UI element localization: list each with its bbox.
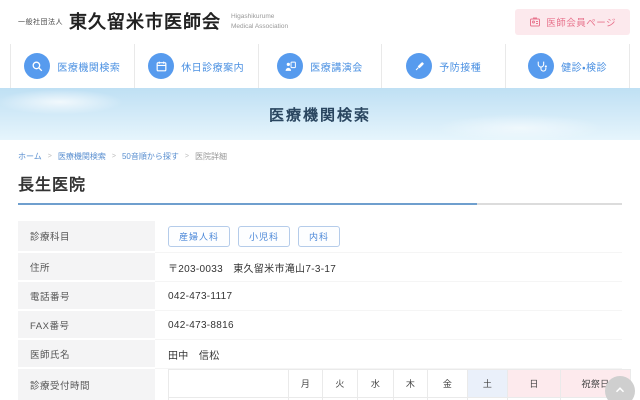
detail-label: 医師氏名 <box>18 340 155 369</box>
department-tag: 産婦人科 <box>168 226 230 247</box>
nav-item-vaccination[interactable]: 予防接種 <box>381 44 505 88</box>
breadcrumb-separator: > <box>48 153 52 160</box>
detail-label: 住所 <box>18 253 155 282</box>
detail-label: 診療受付時間 <box>18 369 155 400</box>
breadcrumb-syllabary-search[interactable]: 50音順から探す <box>122 151 179 162</box>
department-tag: 小児科 <box>238 226 290 247</box>
nav-item-label: 健診・検診 <box>561 59 607 74</box>
schedule-day-header-sunday: 日 <box>508 370 561 398</box>
breadcrumb-current: 医院詳細 <box>195 151 227 162</box>
nav-item-label: 医療機関検索 <box>57 59 120 74</box>
detail-row-departments: 診療科目 産婦人科 小児科 内科 <box>18 221 622 253</box>
presenter-icon <box>277 53 303 79</box>
clinic-details-table: 診療科目 産婦人科 小児科 内科 住所 〒203-0033 東久留米市滝山7-3… <box>18 221 622 400</box>
detail-value: 042-473-8816 <box>155 311 622 340</box>
nav-item-label: 休日診療案内 <box>181 59 244 74</box>
detail-row-doctor: 医師氏名 田中 信松 <box>18 340 622 369</box>
site-logo[interactable]: 一般社団法人 東久留米市医師会 Higashikurume Medical As… <box>18 12 288 32</box>
detail-value: 月 火 水 木 金 土 日 祝祭日 <box>155 369 631 400</box>
syringe-icon <box>406 53 432 79</box>
chevron-up-icon <box>613 383 627 400</box>
hero-title: 医療機関検索 <box>269 104 371 125</box>
main-nav: 医療機関検索 休日診療案内 医療講演会 <box>0 44 640 88</box>
breadcrumb-home[interactable]: ホーム <box>18 151 42 162</box>
schedule-day-header: 木 <box>394 370 428 398</box>
org-name: 東久留米市医師会 <box>69 13 221 31</box>
site-header: 一般社団法人 東久留米市医師会 Higashikurume Medical As… <box>0 0 640 44</box>
detail-value: 042-473-1117 <box>155 282 622 311</box>
page: 一般社団法人 東久留米市医師会 Higashikurume Medical As… <box>0 0 640 400</box>
org-type-label: 一般社団法人 <box>18 17 63 27</box>
schedule-day-header: 水 <box>358 370 394 398</box>
breadcrumb-separator: > <box>185 153 189 160</box>
title-underline <box>18 203 622 205</box>
department-tags: 産婦人科 小児科 内科 <box>168 226 340 247</box>
detail-value: 〒203-0033 東久留米市滝山7-3-17 <box>155 253 622 282</box>
detail-row-address: 住所 〒203-0033 東久留米市滝山7-3-17 <box>18 253 622 282</box>
member-page-button-label: 医師会員ページ <box>546 15 616 29</box>
schedule-day-header: 火 <box>323 370 358 398</box>
detail-label: 電話番号 <box>18 282 155 311</box>
schedule-day-header: 金 <box>428 370 468 398</box>
detail-value: 産婦人科 小児科 内科 <box>155 221 622 253</box>
nav-item-lectures[interactable]: 医療講演会 <box>258 44 382 88</box>
search-icon <box>24 53 50 79</box>
nav-item-label: 予防接種 <box>439 59 481 74</box>
page-title: 長生医院 <box>18 171 622 195</box>
stethoscope-icon <box>528 53 554 79</box>
detail-row-phone: 電話番号 042-473-1117 <box>18 282 622 311</box>
nav-item-label: 医療講演会 <box>310 59 363 74</box>
nav-item-medical-search[interactable]: 医療機関検索 <box>10 44 134 88</box>
detail-row-schedule: 診療受付時間 月 火 水 木 金 土 <box>18 369 622 400</box>
department-tag: 内科 <box>298 226 340 247</box>
schedule-day-header: 月 <box>289 370 323 398</box>
id-badge-icon <box>529 16 541 28</box>
detail-row-fax: FAX番号 042-473-8816 <box>18 311 622 340</box>
detail-label: 診療科目 <box>18 221 155 253</box>
schedule-day-header-saturday: 土 <box>468 370 508 398</box>
breadcrumb-medical-search[interactable]: 医療機関検索 <box>58 151 106 162</box>
org-name-english: Higashikurume Medical Association <box>231 12 288 32</box>
breadcrumb-separator: > <box>112 153 116 160</box>
detail-label: FAX番号 <box>18 311 155 340</box>
hero-banner: 医療機関検索 <box>0 88 640 140</box>
schedule-corner-cell <box>169 370 289 398</box>
nav-item-checkups[interactable]: 健診・検診 <box>505 44 630 88</box>
detail-value: 田中 信松 <box>155 340 622 369</box>
member-page-button[interactable]: 医師会員ページ <box>515 9 630 35</box>
breadcrumb: ホーム > 医療機関検索 > 50音順から探す > 医院詳細 <box>18 151 622 162</box>
nav-item-holiday-care[interactable]: 休日診療案内 <box>134 44 258 88</box>
schedule-table: 月 火 水 木 金 土 日 祝祭日 <box>168 369 631 400</box>
scroll-top-button[interactable] <box>605 376 635 400</box>
calendar-icon <box>148 53 174 79</box>
